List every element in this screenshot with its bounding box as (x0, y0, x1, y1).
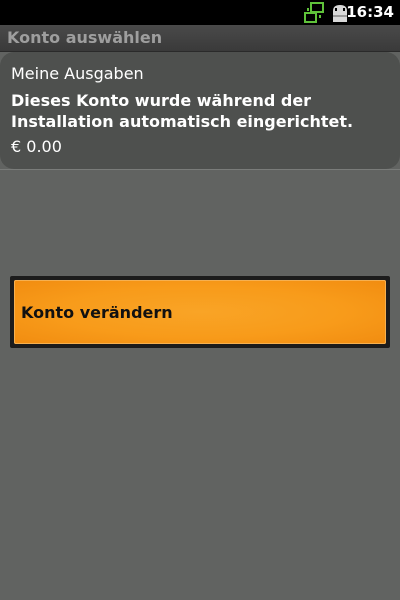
page-title: Konto auswählen (7, 28, 163, 47)
menu-item-label: Konto verändern (21, 303, 173, 322)
status-bar: 16:34 (0, 0, 400, 25)
list-divider (0, 169, 400, 170)
account-name: Meine Ausgaben (11, 64, 144, 83)
account-list: Meine Ausgaben Dieses Konto wurde währen… (0, 52, 400, 600)
account-balance: € 0.00 (11, 137, 62, 156)
network-sync-icon (304, 2, 324, 23)
status-time: 16:34 (346, 3, 394, 21)
context-menu: Konto verändern (10, 276, 390, 348)
account-description: Dieses Konto wurde während der Installat… (11, 91, 354, 131)
account-list-item[interactable]: Meine Ausgaben Dieses Konto wurde währen… (0, 52, 400, 169)
menu-item-edit-account[interactable]: Konto verändern (14, 280, 386, 344)
title-bar: Konto auswählen (0, 25, 400, 52)
